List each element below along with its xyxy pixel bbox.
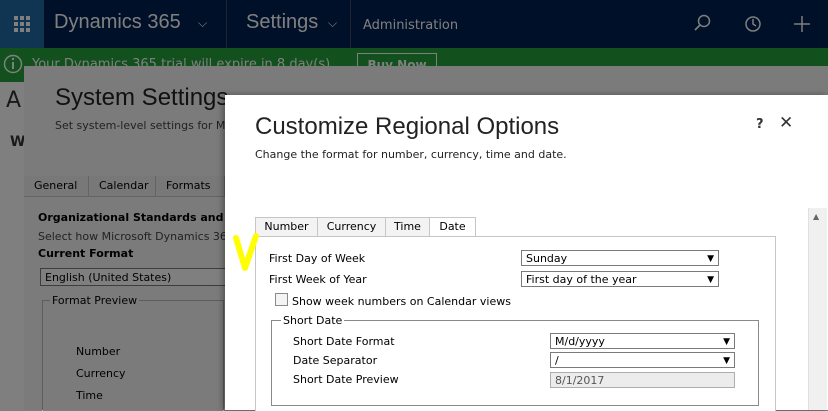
short-date-preview-value: 8/1/2017 <box>555 374 605 387</box>
dialog-scrollbar[interactable]: ▲ <box>808 208 827 410</box>
tab-number[interactable]: Number <box>255 217 318 236</box>
week-numbers-checkbox[interactable] <box>275 293 288 306</box>
scroll-up-icon[interactable]: ▲ <box>813 212 819 221</box>
first-day-select[interactable]: Sunday ▼ <box>521 250 719 266</box>
dropdown-arrow-icon: ▼ <box>707 275 714 285</box>
date-separator-value: / <box>555 354 559 367</box>
short-date-legend: Short Date <box>281 314 345 327</box>
short-date-format-label: Short Date Format <box>293 335 395 348</box>
dialog-subtitle: Change the format for number, currency, … <box>255 148 567 161</box>
short-date-format-select[interactable]: M/d/yyyy ▼ <box>550 333 735 349</box>
first-day-label: First Day of Week <box>269 252 366 265</box>
week-numbers-label: Show week numbers on Calendar views <box>292 295 511 308</box>
first-week-select[interactable]: First day of the year ▼ <box>521 271 719 287</box>
short-date-preview-label: Short Date Preview <box>293 373 399 386</box>
first-week-label: First Week of Year <box>269 273 367 286</box>
dropdown-arrow-icon: ▼ <box>723 356 730 366</box>
help-icon[interactable]: ? <box>756 117 764 132</box>
short-date-preview-field: 8/1/2017 <box>550 372 735 388</box>
tab-date[interactable]: Date <box>429 217 476 237</box>
first-day-value: Sunday <box>526 252 568 265</box>
dropdown-arrow-icon: ▼ <box>723 337 730 347</box>
date-separator-select[interactable]: / ▼ <box>550 352 735 368</box>
annotation-check-mark <box>233 233 259 271</box>
dropdown-arrow-icon: ▼ <box>707 254 714 264</box>
first-week-value: First day of the year <box>526 273 637 286</box>
short-date-format-value: M/d/yyyy <box>555 335 605 348</box>
tab-time[interactable]: Time <box>385 217 430 236</box>
date-separator-label: Date Separator <box>293 354 378 367</box>
tab-currency[interactable]: Currency <box>317 217 386 236</box>
close-icon[interactable]: ✕ <box>779 113 793 133</box>
dialog-title: Customize Regional Options <box>255 113 560 140</box>
